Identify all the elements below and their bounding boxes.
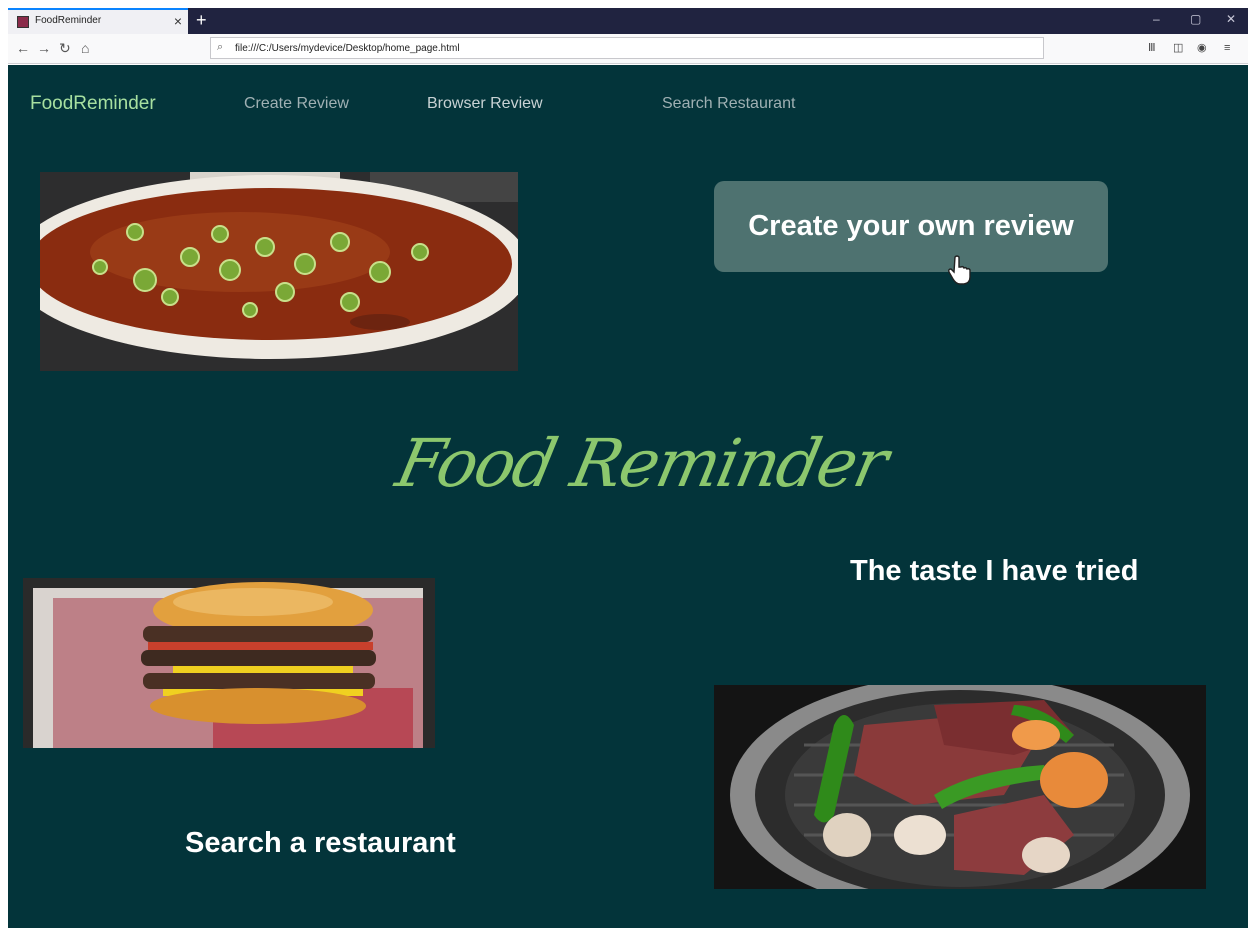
brand-logo[interactable]: FoodReminder	[30, 93, 156, 115]
address-bar[interactable]: ⌕ file:///C:/Users/mydevice/Desktop/home…	[210, 37, 1044, 59]
browser-tab[interactable]: FoodReminder ×	[8, 8, 188, 34]
grill-photo	[714, 685, 1206, 889]
nav-create-review[interactable]: Create Review	[244, 95, 349, 113]
library-icon[interactable]: Ⅲ	[1148, 41, 1156, 55]
tab-close-icon[interactable]: ×	[174, 13, 182, 29]
browser-tab-bar: FoodReminder × + – ▢ ✕	[8, 8, 1248, 34]
soup-photo	[40, 172, 518, 371]
page-body: FoodReminder Create Review Browser Revie…	[8, 65, 1248, 928]
search-icon: ⌕	[217, 41, 224, 53]
minimize-button[interactable]: –	[1153, 12, 1160, 26]
tagline: The taste I have tried	[850, 555, 1139, 587]
forward-icon[interactable]: →	[37, 40, 51, 56]
menu-icon[interactable]: ≡	[1224, 41, 1230, 55]
tab-title: FoodReminder	[35, 15, 102, 26]
close-window-button[interactable]: ✕	[1226, 12, 1236, 26]
browser-toolbar: ← → ↻ ⌂ ⌕ file:///C:/Users/mydevice/Desk…	[8, 34, 1248, 64]
script-title: Food Reminder	[389, 425, 893, 502]
hand-cursor-icon	[948, 255, 971, 285]
new-tab-button[interactable]: +	[196, 9, 207, 31]
account-icon[interactable]: ◉	[1197, 41, 1207, 55]
restore-button[interactable]: ▢	[1190, 12, 1201, 26]
url-text: file:///C:/Users/mydevice/Desktop/home_p…	[235, 43, 460, 54]
search-restaurant-cta[interactable]: Search a restaurant	[185, 827, 456, 860]
nav-browser-review[interactable]: Browser Review	[427, 95, 543, 113]
reload-icon[interactable]: ↻	[59, 40, 71, 56]
create-review-button[interactable]: Create your own review	[714, 181, 1108, 272]
home-icon[interactable]: ⌂	[81, 40, 89, 56]
burger-photo	[23, 578, 435, 748]
favicon-icon	[17, 16, 29, 28]
sidebar-icon[interactable]: ◫	[1173, 41, 1183, 55]
back-icon[interactable]: ←	[16, 40, 30, 56]
nav-search-restaurant[interactable]: Search Restaurant	[662, 95, 795, 113]
